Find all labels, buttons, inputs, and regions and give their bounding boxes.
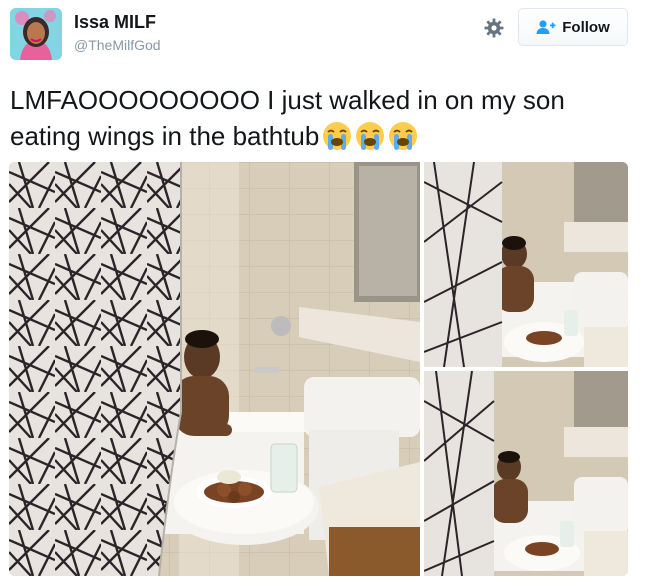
tweet-text: LMFAOOOOOOOOO I just walked in on my son… (10, 82, 640, 154)
follow-label: Follow (562, 18, 610, 36)
media-grid (9, 162, 628, 576)
loudly-crying-face-icon (322, 121, 352, 151)
user-handle[interactable]: @TheMilfGod (74, 37, 161, 53)
add-user-icon (536, 19, 556, 35)
bathroom-photo-top-right[interactable] (424, 162, 628, 367)
avatar[interactable] (10, 8, 62, 60)
tweet-body: LMFAOOOOOOOOO I just walked in on my son… (10, 85, 565, 151)
loudly-crying-face-icon (355, 121, 385, 151)
follow-button[interactable]: Follow (518, 8, 628, 46)
display-name[interactable]: Issa MILF (74, 12, 156, 33)
loudly-crying-face-icon (388, 121, 418, 151)
gear-icon[interactable] (484, 18, 504, 38)
bathroom-photo-main[interactable] (9, 162, 420, 576)
bathroom-photo-bottom-right[interactable] (424, 371, 628, 576)
avatar-illustration (10, 8, 62, 60)
